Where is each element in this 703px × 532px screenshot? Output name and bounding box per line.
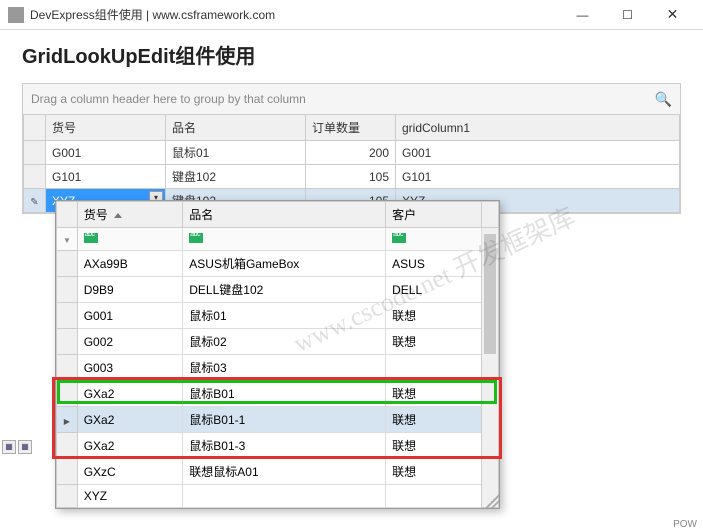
col-header-gridcolumn1[interactable]: gridColumn1 <box>396 115 680 141</box>
close-button[interactable]: ✕ <box>650 0 695 30</box>
popup-scroll-header <box>482 202 499 228</box>
popup-row[interactable]: GXzC联想鼠标A01联想 <box>57 459 499 485</box>
popup-row[interactable]: G003鼠标03 <box>57 355 499 381</box>
filter-abc-icon <box>189 233 203 243</box>
filter-cell-sku[interactable] <box>77 228 183 251</box>
table-row[interactable]: G101 键盘102 105 G101 <box>24 165 680 189</box>
popup-row[interactable]: XYZ <box>57 485 499 508</box>
popup-row[interactable]: AXa99BASUS机箱GameBoxASUS <box>57 251 499 277</box>
cell-name[interactable]: 鼠标01 <box>166 141 306 165</box>
popup-row-header-col <box>57 202 78 228</box>
popup-scrollbar-thumb[interactable] <box>484 234 496 354</box>
cell-sku[interactable]: G101 <box>46 165 166 189</box>
lookup-popup[interactable]: 货号 品名 客户 AXa99BASUS机箱GameBoxASUS D9B9DEL… <box>55 200 500 509</box>
popup-row[interactable]: D9B9DELL键盘102DELL <box>57 277 499 303</box>
app-icon <box>8 7 24 23</box>
col-header-name[interactable]: 品名 <box>166 115 306 141</box>
popup-scrollbar-cell <box>482 228 499 508</box>
row-header-col <box>24 115 46 141</box>
cell-qty[interactable]: 200 <box>306 141 396 165</box>
popup-resize-grip[interactable] <box>485 494 499 508</box>
row-indicator <box>24 165 46 189</box>
filter-abc-icon <box>392 233 406 243</box>
popup-col-sku[interactable]: 货号 <box>77 202 183 228</box>
window-title: DevExpress组件使用 | www.csframework.com <box>30 6 560 23</box>
col-header-sku[interactable]: 货号 <box>46 115 166 141</box>
popup-row[interactable]: GXa2鼠标B01-3联想 <box>57 433 499 459</box>
popup-row[interactable]: GXa2鼠标B01联想 <box>57 381 499 407</box>
popup-row[interactable]: G001鼠标01联想 <box>57 303 499 329</box>
filter-cell-name[interactable] <box>183 228 386 251</box>
search-icon[interactable]: 🔍 <box>655 91 672 108</box>
filter-row-indicator <box>57 228 78 251</box>
col-header-qty[interactable]: 订单数量 <box>306 115 396 141</box>
page-title: GridLookUpEdit组件使用 <box>0 30 703 83</box>
popup-col-name[interactable]: 品名 <box>183 202 386 228</box>
status-bar: POW <box>667 517 703 532</box>
popup-row[interactable]: G002鼠标02联想 <box>57 329 499 355</box>
filter-cell-customer[interactable] <box>386 228 482 251</box>
popup-row-selected[interactable]: GXa2鼠标B01-1联想 <box>57 407 499 433</box>
side-tool-icons: ▦ ▦ <box>2 440 32 454</box>
popup-scrollbar[interactable] <box>482 228 498 507</box>
minimize-button[interactable]: — <box>560 0 605 30</box>
group-panel-placeholder: Drag a column header here to group by th… <box>31 92 306 106</box>
popup-col-customer[interactable]: 客户 <box>386 202 482 228</box>
cell-name[interactable]: 键盘102 <box>166 165 306 189</box>
row-indicator <box>24 141 46 165</box>
cell-sku[interactable]: G001 <box>46 141 166 165</box>
cell-gc1[interactable]: G001 <box>396 141 680 165</box>
tool-icon-2[interactable]: ▦ <box>18 440 32 454</box>
tool-icon-1[interactable]: ▦ <box>2 440 16 454</box>
cell-gc1[interactable]: G101 <box>396 165 680 189</box>
cell-qty[interactable]: 105 <box>306 165 396 189</box>
titlebar: DevExpress组件使用 | www.csframework.com — ☐… <box>0 0 703 30</box>
table-row[interactable]: G001 鼠标01 200 G001 <box>24 141 680 165</box>
filter-abc-icon <box>84 233 98 243</box>
maximize-button[interactable]: ☐ <box>605 0 650 30</box>
group-panel[interactable]: Drag a column header here to group by th… <box>22 83 681 115</box>
auto-filter-row[interactable] <box>57 228 499 251</box>
sort-asc-icon <box>114 213 122 218</box>
row-indicator-edit <box>24 189 46 213</box>
